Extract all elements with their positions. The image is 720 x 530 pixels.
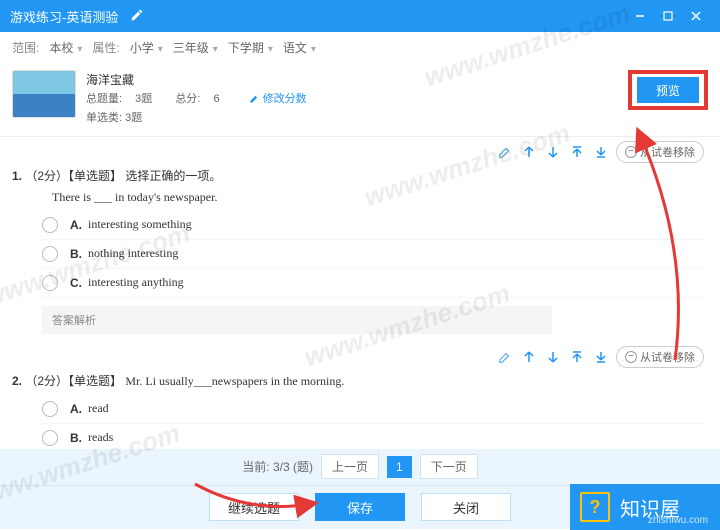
annotation-arrow-save <box>190 479 320 522</box>
move-bottom-icon[interactable] <box>592 348 610 366</box>
maximize-button[interactable] <box>654 10 682 22</box>
move-up-icon[interactable] <box>520 348 538 366</box>
preview-button[interactable]: 预览 <box>637 77 699 103</box>
question-content: −从试卷移除 1. （2分）【单选题】 选择正确的一项。 There is __… <box>0 137 720 449</box>
q2-meta: （2分）【单选题】 <box>25 374 122 388</box>
move-down-icon[interactable] <box>544 143 562 161</box>
zhishiwu-badge: ? 知识屋 zhishiwu.com <box>570 484 720 530</box>
annotation-arrow-preview <box>630 130 690 373</box>
titlebar: 游戏练习-英语测验 <box>0 0 720 32</box>
move-down-icon[interactable] <box>544 348 562 366</box>
close-footer-button[interactable]: 关闭 <box>421 493 511 521</box>
minimize-button[interactable] <box>626 10 654 22</box>
radio-icon <box>42 246 58 262</box>
q2-stem: Mr. Li usually___newspapers in the morni… <box>125 374 344 388</box>
q1-title: 选择正确的一项。 <box>125 169 221 183</box>
q1-stem: There is ___ in today's newspaper. <box>52 190 704 205</box>
scope-label: 范围: <box>12 39 39 56</box>
q1-option-b[interactable]: B.nothing interesting <box>42 240 704 269</box>
next-page-button[interactable]: 下一页 <box>420 454 478 479</box>
move-up-icon[interactable] <box>520 143 538 161</box>
modify-score-link[interactable]: 修改分数 <box>249 93 317 105</box>
single-value: 3题 <box>125 112 142 124</box>
year-value[interactable]: 三年级 <box>173 39 218 56</box>
move-top-icon[interactable] <box>568 348 586 366</box>
q1-option-c[interactable]: C.interesting anything <box>42 269 704 298</box>
grade-value[interactable]: 小学 <box>130 39 163 56</box>
single-label: 单选类: <box>86 112 122 124</box>
zhishiwu-logo-icon: ? <box>580 492 610 522</box>
scope-value[interactable]: 本校 <box>49 39 82 56</box>
window-title: 游戏练习-英语测验 <box>10 7 118 26</box>
prev-page-button[interactable]: 上一页 <box>321 454 379 479</box>
zhishiwu-sub: zhishiwu.com <box>648 515 708 526</box>
question-tools: −从试卷移除 <box>12 141 704 163</box>
radio-icon <box>42 430 58 446</box>
q2-option-b[interactable]: B.reads <box>42 424 704 449</box>
summary-panel: 海洋宝藏 总题量: 3题 总分: 6 修改分数 单选类: 3题 预览 <box>0 62 720 137</box>
q1-number: 1. <box>12 169 22 183</box>
move-bottom-icon[interactable] <box>592 143 610 161</box>
edit-icon[interactable] <box>130 8 144 25</box>
page-number[interactable]: 1 <box>387 456 412 478</box>
subject-value[interactable]: 语文 <box>283 39 316 56</box>
close-button[interactable] <box>682 10 710 22</box>
save-button[interactable]: 保存 <box>315 493 405 521</box>
radio-icon <box>42 275 58 291</box>
term-value[interactable]: 下学期 <box>228 39 273 56</box>
q1-meta: （2分）【单选题】 <box>25 169 122 183</box>
edit-question-icon[interactable] <box>496 348 514 366</box>
preview-highlight: 预览 <box>628 70 708 110</box>
score-value: 6 <box>213 93 219 105</box>
move-top-icon[interactable] <box>568 143 586 161</box>
radio-icon <box>42 217 58 233</box>
attr-label: 属性: <box>92 39 119 56</box>
question-2: 2. （2分）【单选题】 Mr. Li usually___newspapers… <box>12 372 704 449</box>
q2-option-a[interactable]: A.read <box>42 395 704 424</box>
quiz-thumbnail <box>12 70 76 118</box>
filter-bar: 范围: 本校 属性: 小学 三年级 下学期 语文 <box>0 32 720 62</box>
score-label: 总分: <box>175 93 200 105</box>
total-value: 3题 <box>135 93 152 105</box>
radio-icon <box>42 401 58 417</box>
q2-number: 2. <box>12 374 22 388</box>
q1-analysis[interactable]: 答案解析 <box>42 306 552 334</box>
pager-info: 当前: 3/3 (题) <box>242 458 313 475</box>
edit-question-icon[interactable] <box>496 143 514 161</box>
total-label: 总题量: <box>86 93 122 105</box>
question-1: 1. （2分）【单选题】 选择正确的一项。 There is ___ in to… <box>12 167 704 334</box>
pager: 当前: 3/3 (题) 上一页 1 下一页 <box>0 449 720 485</box>
quiz-name: 海洋宝藏 <box>86 70 327 90</box>
question-tools: −从试卷移除 <box>12 346 704 368</box>
q1-option-a[interactable]: A.interesting something <box>42 211 704 240</box>
